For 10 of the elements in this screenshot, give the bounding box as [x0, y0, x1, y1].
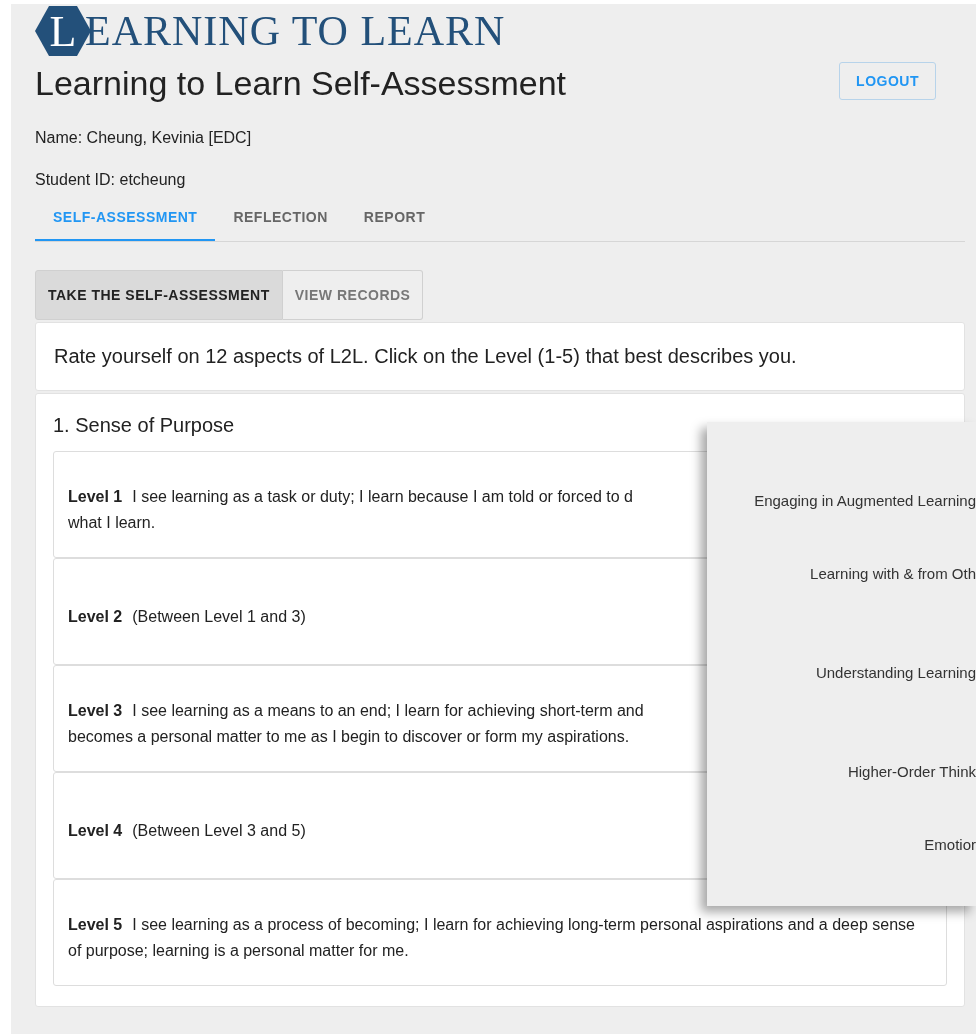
tab[interactable]: REPORT [345, 197, 444, 241]
student-name: Name: Cheung, Kevinia [EDC] [35, 129, 253, 147]
instruction-text: Rate yourself on 12 aspects of L2L. Click on the Level (1-5) that best describes you. [54, 345, 797, 367]
page-title: Learning to Learn Self-Assessment [35, 64, 567, 103]
section-title: 1. Sense of Purpose [53, 414, 236, 437]
student-id: Student ID: etcheung [35, 171, 187, 189]
learning-to-learn-logo: L EARNING TO LEARN [35, 4, 506, 58]
tab[interactable]: REFLECTION [215, 197, 346, 241]
sub-tab[interactable]: TAKE THE SELF-ASSESSMENT [35, 270, 283, 320]
sub-tab[interactable]: VIEW RECORDS [282, 270, 424, 320]
